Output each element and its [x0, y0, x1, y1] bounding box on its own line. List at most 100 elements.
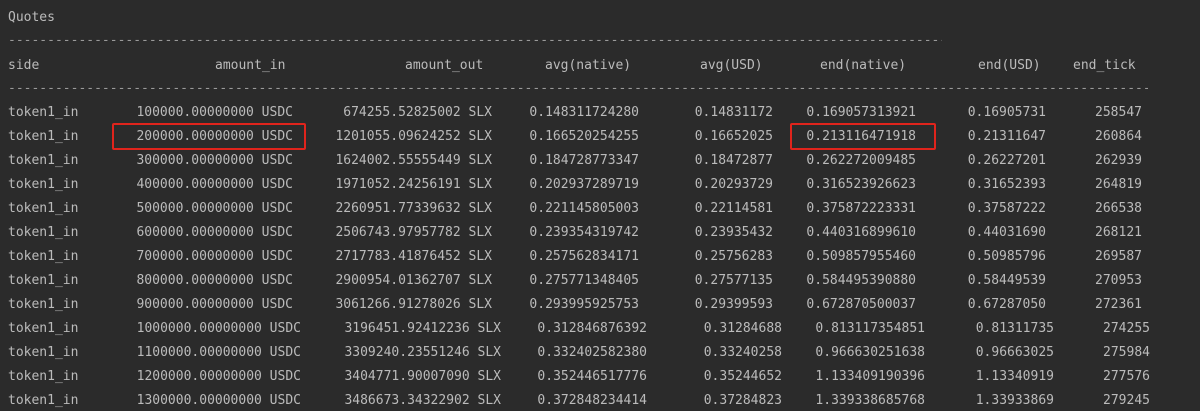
cell-end-tick: 266538 — [1095, 201, 1142, 216]
cell-end-tick: 260864 — [1095, 129, 1142, 144]
cell-avg-native: 0.372848234414 — [537, 393, 647, 408]
header-side: side — [8, 58, 40, 73]
cell-side: token1_in — [8, 153, 79, 168]
cell-amount-out: 2506743.97957782 SLX — [335, 225, 492, 240]
cell-amount-out: 2900954.01362707 SLX — [335, 273, 492, 288]
cell-amount-in: 700000.00000000 USDC — [136, 249, 293, 264]
cell-amount-in: 100000.00000000 USDC — [136, 105, 293, 120]
cell-avg-native: 0.202937289719 — [529, 177, 639, 192]
cell-amount-out: 674255.52825002 SLX — [343, 105, 492, 120]
cell-end-usd: 1.33933869 — [975, 393, 1054, 408]
quotes-title: Quotes — [8, 10, 55, 25]
cell-side: token1_in — [8, 201, 79, 216]
cell-end-tick: 262939 — [1095, 153, 1142, 168]
cell-avg-native: 0.184728773347 — [529, 153, 639, 168]
cell-end-usd: 0.26227201 — [967, 153, 1046, 168]
cell-avg-usd: 0.29399593 — [694, 297, 773, 312]
cell-end-usd: 1.13340919 — [975, 369, 1054, 384]
cell-end-tick: 279245 — [1103, 393, 1150, 408]
cell-amount-in: 600000.00000000 USDC — [136, 225, 293, 240]
cell-side: token1_in — [8, 249, 79, 264]
cell-amount-in: 400000.00000000 USDC — [136, 177, 293, 192]
cell-end-usd: 0.81311735 — [975, 321, 1054, 336]
header-end-native: end(native) — [820, 58, 907, 73]
cell-avg-usd: 0.14831172 — [694, 105, 773, 120]
cell-amount-in: 1000000.00000000 USDC — [136, 321, 301, 336]
cell-amount-out: 1201055.09624252 SLX — [335, 129, 492, 144]
cell-amount-out: 3309240.23551246 SLX — [344, 345, 501, 360]
cell-avg-usd: 0.33240258 — [703, 345, 782, 360]
cell-end-tick: 275984 — [1103, 345, 1150, 360]
cell-side: token1_in — [8, 393, 79, 408]
cell-end-tick: 268121 — [1095, 225, 1142, 240]
cell-amount-in: 900000.00000000 USDC — [136, 297, 293, 312]
header-avg-native: avg(native) — [545, 58, 632, 73]
cell-amount-in: 800000.00000000 USDC — [136, 273, 293, 288]
header-amount-in: amount_in — [215, 58, 286, 73]
cell-amount-out: 3404771.90007090 SLX — [344, 369, 501, 384]
highlight-end-native-row-2 — [790, 123, 936, 150]
cell-amount-out: 3196451.92412236 SLX — [344, 321, 501, 336]
cell-avg-native: 0.275771348405 — [529, 273, 639, 288]
cell-amount-in: 300000.00000000 USDC — [136, 153, 293, 168]
cell-avg-usd: 0.16652025 — [694, 129, 773, 144]
cell-end-native: 0.440316899610 — [806, 225, 916, 240]
cell-side: token1_in — [8, 177, 79, 192]
cell-side: token1_in — [8, 369, 79, 384]
cell-avg-native: 0.166520254255 — [529, 129, 639, 144]
cell-avg-native: 0.257562834171 — [529, 249, 639, 264]
cell-end-tick: 269587 — [1095, 249, 1142, 264]
cell-avg-usd: 0.37284823 — [703, 393, 782, 408]
cell-side: token1_in — [8, 273, 79, 288]
cell-amount-out: 1971052.24256191 SLX — [335, 177, 492, 192]
highlight-amount-in-row-2 — [112, 123, 306, 150]
cell-amount-in: 1200000.00000000 USDC — [136, 369, 301, 384]
cell-end-usd: 0.31652393 — [967, 177, 1046, 192]
cell-end-usd: 0.21311647 — [967, 129, 1046, 144]
cell-end-native: 0.262272009485 — [806, 153, 916, 168]
cell-end-tick: 274255 — [1103, 321, 1150, 336]
terminal-output: Quotes ---------------------------------… — [0, 0, 1200, 411]
cell-end-usd: 0.44031690 — [967, 225, 1046, 240]
cell-amount-in: 500000.00000000 USDC — [136, 201, 293, 216]
header-avg-usd: avg(USD) — [700, 58, 763, 73]
header-end-usd: end(USD) — [978, 58, 1041, 73]
cell-side: token1_in — [8, 297, 79, 312]
cell-end-native: 0.169057313921 — [806, 105, 916, 120]
cell-side: token1_in — [8, 321, 79, 336]
cell-amount-in: 1300000.00000000 USDC — [136, 393, 301, 408]
header-amount-out: amount_out — [405, 58, 484, 73]
cell-amount-in: 1100000.00000000 USDC — [136, 345, 301, 360]
cell-end-usd: 0.37587222 — [967, 201, 1046, 216]
cell-end-usd: 0.16905731 — [967, 105, 1046, 120]
cell-side: token1_in — [8, 345, 79, 360]
cell-end-usd: 0.96663025 — [975, 345, 1054, 360]
cell-avg-native: 0.312846876392 — [537, 321, 647, 336]
cell-end-native: 0.584495390880 — [806, 273, 916, 288]
cell-end-native: 0.966630251638 — [815, 345, 925, 360]
cell-avg-native: 0.352446517776 — [537, 369, 647, 384]
cell-avg-native: 0.293995925753 — [529, 297, 639, 312]
cell-end-native: 0.375872223331 — [806, 201, 916, 216]
cell-end-native: 0.509857955460 — [806, 249, 916, 264]
cell-amount-out: 2260951.77339632 SLX — [335, 201, 492, 216]
cell-end-native: 0.672870500037 — [806, 297, 916, 312]
cell-avg-native: 0.239354319742 — [529, 225, 639, 240]
cell-side: token1_in — [8, 225, 79, 240]
cell-end-usd: 0.50985796 — [967, 249, 1046, 264]
cell-amount-out: 2717783.41876452 SLX — [335, 249, 492, 264]
cell-side: token1_in — [8, 105, 79, 120]
cell-end-tick: 277576 — [1103, 369, 1150, 384]
cell-avg-native: 0.332402582380 — [537, 345, 647, 360]
cell-avg-usd: 0.27577135 — [694, 273, 773, 288]
header-end-tick: end_tick — [1073, 58, 1136, 73]
cell-end-native: 1.133409190396 — [815, 369, 925, 384]
cell-end-usd: 0.67287050 — [967, 297, 1046, 312]
cell-amount-out: 1624002.55555449 SLX — [335, 153, 492, 168]
cell-avg-usd: 0.22114581 — [694, 201, 773, 216]
cell-end-tick: 258547 — [1095, 105, 1142, 120]
cell-end-tick: 264819 — [1095, 177, 1142, 192]
cell-avg-usd: 0.20293729 — [694, 177, 773, 192]
cell-avg-usd: 0.25756283 — [694, 249, 773, 264]
cell-amount-out: 3486673.34322902 SLX — [344, 393, 501, 408]
